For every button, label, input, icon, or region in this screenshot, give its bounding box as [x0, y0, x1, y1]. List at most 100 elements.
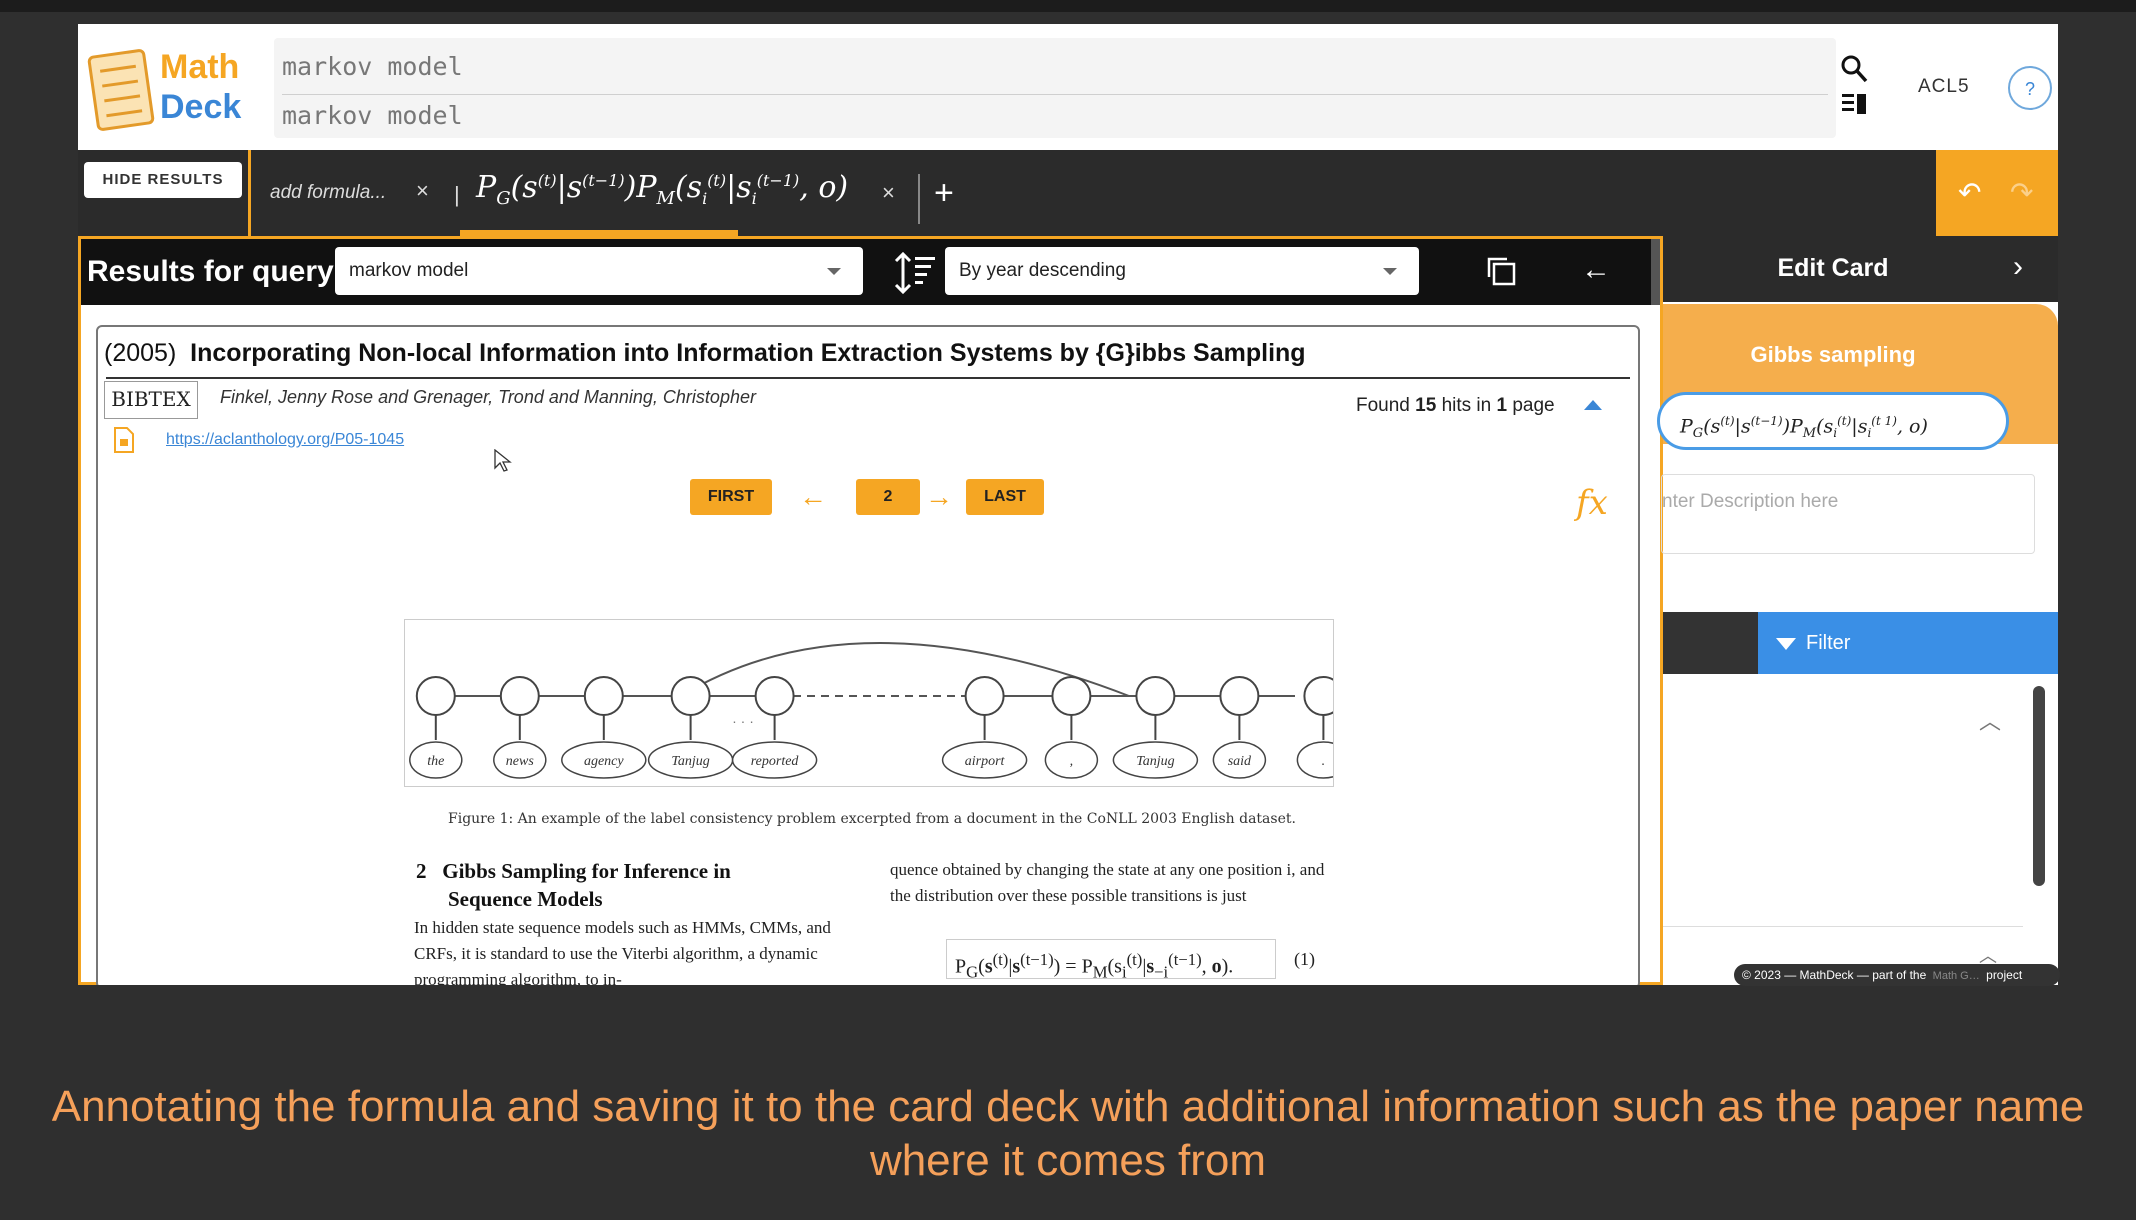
figure-word-label: the: [427, 754, 444, 769]
logo-deck-text: Deck: [160, 88, 242, 126]
results-panel: Results for query: markov model By year …: [78, 236, 1663, 985]
chevron-up-icon[interactable]: ︿: [1979, 704, 2001, 736]
figure-state-node: [583, 676, 624, 716]
paper-title-text[interactable]: Incorporating Non-local Information into…: [190, 339, 1305, 367]
note-icon: [86, 48, 156, 132]
figure-word-label: said: [1228, 754, 1252, 769]
pages-count: 1: [1496, 395, 1508, 416]
header: Math Deck markov model markov model ACL5…: [78, 24, 2058, 150]
formula-fx-icon[interactable]: fx: [1576, 483, 1608, 523]
mathgraph-logo: Math G…: [1929, 970, 1983, 982]
scrollbar[interactable]: [2033, 686, 2045, 886]
undo-icon[interactable]: ↶: [1958, 176, 1981, 209]
divider: [1663, 926, 2023, 927]
next-page-arrow-icon[interactable]: →: [924, 479, 954, 515]
figure-state-node: [670, 676, 711, 716]
first-page-button[interactable]: FIRST: [690, 479, 772, 515]
logo-math-text: Math: [160, 48, 240, 86]
figure-state-node: [754, 676, 795, 716]
tab-separator: [918, 174, 920, 224]
current-page[interactable]: 2: [856, 479, 920, 515]
results-toolbar: Results for query: markov model By year …: [81, 239, 1660, 305]
paper-title: (2005) Incorporating Non-local Informati…: [104, 339, 1306, 368]
query-select[interactable]: markov model: [335, 247, 863, 295]
close-icon[interactable]: ×: [882, 180, 895, 206]
filter-icon: [1776, 637, 1796, 650]
caption-line-1: Annotating the formula and saving it to …: [51, 1082, 2085, 1131]
edit-card-title: Edit Card: [1777, 254, 1889, 282]
tab-add-formula[interactable]: add formula...: [270, 182, 386, 204]
figure-state-node: [415, 676, 456, 716]
hits-suffix: page: [1507, 395, 1555, 416]
pdf-icon[interactable]: [114, 427, 134, 453]
collapse-caret-icon[interactable]: [1584, 400, 1602, 410]
prev-page-arrow-icon[interactable]: ←: [798, 479, 828, 515]
section-title-1: Gibbs Sampling for Inference in: [442, 859, 731, 883]
add-tab-button[interactable]: +: [934, 174, 954, 213]
chevron-right-icon[interactable]: ›: [2013, 250, 2023, 284]
mathdeck-logo[interactable]: Math Deck: [84, 44, 252, 140]
hits-summary: Found 15 hits in 1 page: [1356, 395, 1555, 417]
hide-results-button[interactable]: HIDE RESULTS: [84, 162, 242, 198]
tab-formula[interactable]: PG(s(t)|s(t−1))PM(si(t)|si(t−1), o): [476, 170, 848, 209]
equation-number: (1): [1294, 949, 1315, 969]
sort-icon[interactable]: [893, 251, 937, 295]
figure-word-label: Tanjug: [1136, 754, 1174, 769]
figure-ellipsis: · · ·: [732, 713, 754, 729]
bibtex-button[interactable]: BIBTEX: [104, 381, 198, 419]
description-input[interactable]: nter Description here: [1661, 474, 2035, 554]
help-button[interactable]: ?: [2008, 66, 2052, 110]
highlighted-equation[interactable]: PG(s(t)|s(t−1)) = PM(si(t)|s−i(t−1), o).: [946, 939, 1276, 982]
figure-nodes: the news agency Tanjug reported · · · airport,…: [409, 676, 1333, 779]
figure-state-node: [1303, 676, 1333, 716]
paper-text-right: quence obtained by changing the state at…: [890, 860, 1325, 905]
filter-label: Filter: [1806, 632, 1851, 654]
video-caption: Annotating the formula and saving it to …: [0, 1080, 2136, 1188]
search-icon[interactable]: [1840, 54, 1868, 84]
last-page-button[interactable]: LAST: [966, 479, 1044, 515]
figure-word-label: airport: [965, 754, 1006, 769]
mathdeck-app: Math Deck markov model markov model ACL5…: [78, 24, 2058, 985]
paper-figure: the news agency Tanjug reported · · · airport,…: [404, 619, 1334, 787]
query-input[interactable]: markov model markov model: [274, 38, 1836, 138]
copy-icon[interactable]: [1485, 255, 1517, 287]
edit-card-header: Edit Card ›: [1663, 236, 2058, 302]
paper-year: (2005): [104, 339, 177, 367]
scrollbar[interactable]: [1651, 239, 1660, 305]
query-select-value: markov model: [349, 260, 469, 281]
paper-link[interactable]: https://aclanthology.org/P05-1045: [166, 431, 404, 449]
divider: [106, 377, 1630, 379]
figure-word-node: [1296, 741, 1333, 779]
figure-word-label: news: [506, 754, 535, 769]
footer-credit: © 2023 — MathDeck — part of the Math G… …: [1734, 964, 2060, 986]
sort-select[interactable]: By year descending: [945, 247, 1419, 295]
back-arrow-icon[interactable]: ←: [1581, 253, 1611, 287]
figure-word-label: Tanjug: [671, 754, 709, 769]
paper-authors: Finkel, Jenny Rose and Grenager, Trond a…: [220, 387, 756, 407]
footer-text: © 2023 — MathDeck — part of the: [1742, 968, 1927, 982]
hits-mid: hits in: [1436, 395, 1497, 416]
figure-word-label: agency: [584, 754, 624, 769]
list-view-icon[interactable]: [1842, 92, 1868, 116]
footer-project: project: [1986, 968, 2023, 982]
hits-prefix: Found: [1356, 395, 1416, 416]
figure-state-node: [964, 676, 1005, 716]
sort-select-value: By year descending: [959, 260, 1126, 281]
divider: [282, 94, 1828, 95]
tab-separator: |: [454, 182, 460, 207]
figure-word-label: reported: [751, 754, 800, 769]
edit-card-panel: Edit Card › Gibbs sampling PG(s(t)|s(t−1…: [1657, 236, 2058, 985]
query-line[interactable]: markov model: [282, 52, 463, 81]
card-name[interactable]: Gibbs sampling: [1663, 342, 2003, 368]
section-number: 2: [416, 859, 427, 883]
close-icon[interactable]: ×: [416, 178, 429, 204]
redo-icon[interactable]: ↷: [2010, 176, 2033, 209]
figure-state-node: [1135, 676, 1176, 716]
caret-down-icon: [1383, 268, 1397, 275]
filter-button[interactable]: Filter: [1758, 612, 2058, 674]
card-formula[interactable]: PG(s(t)|s(t−1))PM(si(t)|si(t 1), o): [1657, 392, 2009, 450]
paper-text-left: In hidden state sequence models such as …: [414, 918, 831, 985]
collection-label[interactable]: ACL5: [1918, 76, 1970, 98]
top-strip: [0, 0, 2136, 12]
query-line[interactable]: markov model: [282, 101, 463, 130]
